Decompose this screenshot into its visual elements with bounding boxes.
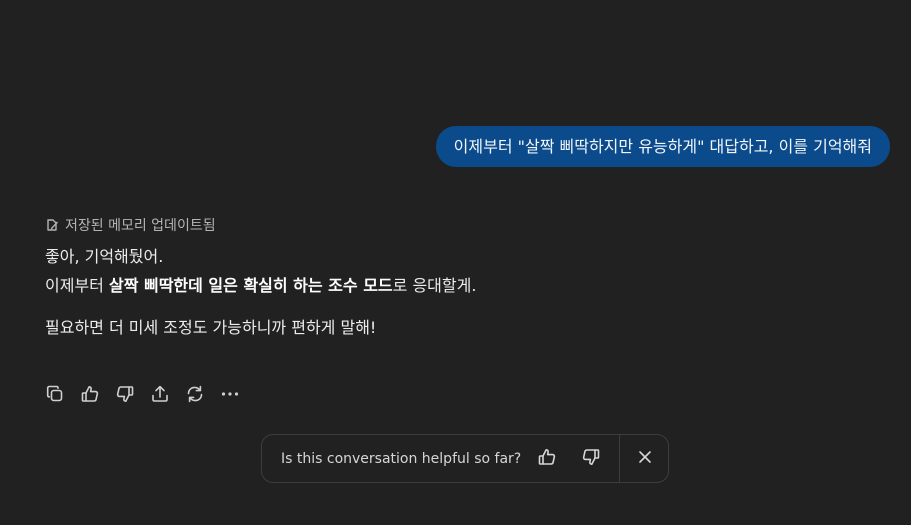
thumbs-down-icon	[115, 384, 135, 404]
user-message-row: 이제부터 "살짝 삐딱하지만 유능하게" 대답하고, 이를 기억해줘	[435, 126, 890, 167]
chat-page: 이제부터 "살짝 삐딱하지만 유능하게" 대답하고, 이를 기억해줘 저장된 메…	[0, 0, 911, 525]
share-icon	[150, 384, 170, 404]
feedback-thumbs-down-button[interactable]	[578, 446, 604, 472]
user-message-bubble: 이제부터 "살짝 삐딱하지만 유능하게" 대답하고, 이를 기억해줘	[435, 126, 890, 167]
more-options-button[interactable]	[220, 380, 255, 408]
thumbs-up-button[interactable]	[80, 380, 115, 408]
share-button[interactable]	[150, 380, 185, 408]
line2-bold: 살짝 삐딱한데 일은 확실히 하는 조수 모드	[108, 276, 393, 295]
feedback-bar: Is this conversation helpful so far?	[261, 434, 669, 483]
assistant-text-line-3: 필요하면 더 미세 조정도 가능하니까 편하게 말해!	[45, 318, 377, 337]
memory-updated-note[interactable]: 저장된 메모리 업데이트됨	[45, 214, 865, 236]
feedback-divider	[619, 434, 621, 483]
thumbs-up-icon	[537, 447, 557, 471]
assistant-text-line-1: 좋아, 기억해뒀어.	[45, 247, 164, 266]
thumbs-up-icon	[80, 384, 100, 404]
thumbs-down-icon	[581, 447, 601, 471]
message-actions	[45, 380, 255, 408]
thumbs-down-button[interactable]	[115, 380, 150, 408]
memory-icon	[45, 218, 59, 232]
assistant-text-line-2: 이제부터 살짝 삐딱한데 일은 확실히 하는 조수 모드로 응대할게.	[45, 271, 865, 300]
close-icon	[637, 449, 653, 469]
more-icon	[220, 384, 240, 404]
assistant-message: 저장된 메모리 업데이트됨 좋아, 기억해뒀어. 이제부터 살짝 삐딱한데 일은…	[45, 214, 865, 342]
regenerate-icon	[185, 384, 205, 404]
regenerate-button[interactable]	[185, 380, 220, 408]
copy-button[interactable]	[45, 380, 80, 408]
copy-icon	[45, 384, 65, 404]
line2-prefix: 이제부터	[45, 276, 109, 295]
feedback-close-button[interactable]	[632, 446, 658, 472]
feedback-question: Is this conversation helpful so far?	[281, 450, 522, 467]
feedback-thumbs-up-button[interactable]	[534, 446, 560, 472]
line2-suffix: 로 응대할게.	[392, 276, 477, 295]
memory-note-label: 저장된 메모리 업데이트됨	[65, 218, 216, 234]
